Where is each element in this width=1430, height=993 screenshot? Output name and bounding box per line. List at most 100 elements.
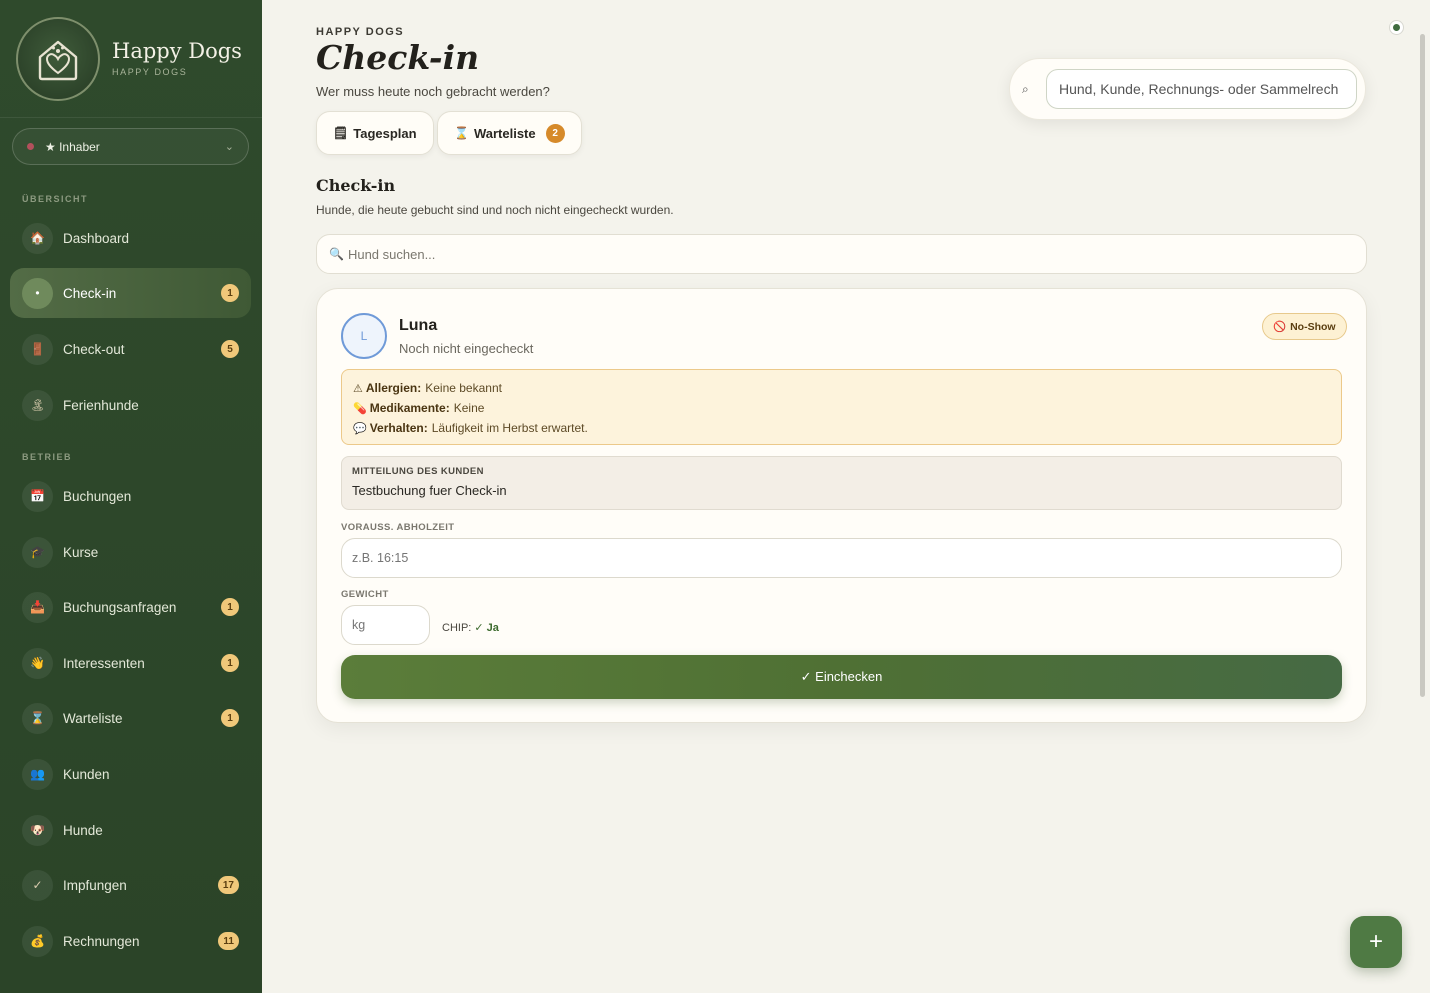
sidebar-item-kunden[interactable]: 👥 Kunden	[10, 749, 251, 799]
count-badge: 1	[221, 654, 239, 672]
money-bag-icon: 💰	[22, 925, 53, 957]
sidebar-item-interessenten[interactable]: 👋 Interessenten 1	[10, 638, 251, 688]
count-badge: 11	[218, 932, 239, 950]
weight-input[interactable]	[341, 605, 430, 645]
dog-search-input[interactable]: 🔍 Hund suchen...	[316, 234, 1367, 274]
scrollbar-thumb[interactable]	[1420, 34, 1425, 697]
section-label-operations: BETRIEB	[22, 452, 73, 462]
medication-label: Medikamente:	[369, 401, 450, 415]
sidebar-item-kurse[interactable]: 🎓 Kurse	[10, 527, 251, 577]
sidebar-item-label: Dashboard	[63, 230, 130, 246]
no-show-button[interactable]: 🚫 No-Show	[1262, 313, 1347, 340]
brand-title: Happy Dogs	[112, 39, 242, 64]
sidebar-item-hunde[interactable]: 🐶 Hunde	[10, 805, 251, 855]
main-content: HAPPY DOGS Check-in Wer muss heute noch …	[262, 0, 1430, 993]
allergies-label: Allergien:	[365, 381, 422, 395]
count-badge: 1	[221, 709, 239, 727]
page-subtitle: Wer muss heute noch gebracht werden?	[316, 84, 550, 99]
role-status-icon	[27, 143, 34, 150]
customer-message-text: Testbuchung fuer Check-in	[352, 483, 507, 498]
sidebar-item-label: Kunden	[63, 766, 110, 782]
medication-row: 💊 Medikamente: Keine	[353, 398, 1330, 418]
house-icon: 🏠	[22, 222, 53, 254]
sidebar-item-impfungen[interactable]: ✓ Impfungen 17	[10, 860, 251, 910]
calendar-icon: 📅	[22, 480, 53, 512]
pickup-time-input[interactable]	[341, 538, 1342, 578]
people-icon: 👥	[22, 758, 53, 790]
add-button[interactable]: +	[1350, 916, 1402, 968]
chip-label: CHIP:	[442, 622, 472, 634]
online-status-icon	[1389, 20, 1404, 35]
behavior-value: Läufigkeit im Herbst erwartet.	[431, 421, 588, 435]
pickup-time-label: VORAUSS. ABHOLZEIT	[341, 522, 455, 533]
dot-icon: •	[22, 277, 53, 309]
count-badge: 17	[217, 876, 239, 894]
allergies-row: ⚠ Allergien: Keine bekannt	[353, 378, 1330, 398]
tagesplan-button[interactable]: 🗒 Tagesplan	[316, 111, 434, 155]
warning-icon: ⚠	[353, 382, 363, 395]
sidebar-item-rechnungen[interactable]: 💰 Rechnungen 11	[10, 916, 251, 966]
chip-value: ✓ Ja	[474, 622, 499, 634]
dog-icon: 🐶	[22, 814, 53, 846]
customer-message-label: MITTEILUNG DES KUNDEN	[352, 466, 484, 477]
island-icon: 🏝	[22, 389, 53, 421]
sidebar-item-label: Rechnungen	[63, 933, 140, 949]
sidebar-item-label: Kurse	[63, 544, 99, 560]
pill-icon: 💊	[353, 402, 367, 415]
search-icon: 🔍	[329, 247, 344, 261]
sidebar-item-check-out[interactable]: 🚪 Check-out 5	[10, 324, 251, 374]
behavior-label: Verhalten:	[369, 421, 428, 435]
sidebar-item-label: Warteliste	[63, 710, 123, 726]
chip-info: CHIP: ✓ Ja	[442, 621, 499, 634]
weight-label: GEWICHT	[341, 589, 389, 600]
checkin-card: L Luna Noch nicht eingecheckt 🚫 No-Show …	[316, 288, 1367, 723]
check-icon: ✓	[22, 869, 53, 901]
count-badge: 1	[221, 284, 239, 302]
sidebar-item-label: Check-out	[63, 341, 125, 357]
chevron-down-icon: ⌄	[224, 141, 234, 153]
check-in-button[interactable]: ✓ Einchecken	[341, 655, 1342, 699]
role-label: ★ Inhaber	[45, 139, 100, 154]
dog-status: Noch nicht eingecheckt	[399, 341, 534, 356]
role-select[interactable]: ★ Inhaber ⌄	[12, 128, 249, 165]
calendar-page-icon: 🗒	[333, 126, 349, 140]
sidebar-item-ferienhunde[interactable]: 🏝 Ferienhunde	[10, 380, 251, 430]
speech-bubble-icon: 💬	[353, 422, 367, 435]
medication-value: Keine	[453, 401, 485, 415]
hourglass-icon: ⌛	[22, 702, 53, 734]
count-badge: 5	[221, 340, 239, 358]
warteliste-button[interactable]: ⌛ Warteliste 2	[437, 111, 582, 155]
sidebar-item-label: Hunde	[63, 822, 103, 838]
sidebar-item-label: Buchungsanfragen	[63, 599, 177, 615]
tagesplan-label: Tagesplan	[353, 125, 417, 141]
sidebar-item-buchungsanfragen[interactable]: 📥 Buchungsanfragen 1	[10, 582, 251, 632]
global-search-input[interactable]	[1046, 69, 1357, 109]
section-label-overview: ÜBERSICHT	[22, 194, 89, 204]
door-icon: 🚪	[22, 333, 53, 365]
hourglass-icon: ⌛	[454, 126, 469, 140]
warteliste-count-badge: 2	[545, 123, 565, 143]
sidebar-item-label: Impfungen	[63, 877, 127, 893]
wave-hand-icon: 👋	[22, 647, 53, 679]
search-icon: ⌕	[1022, 81, 1029, 96]
page-eyebrow: HAPPY DOGS	[316, 26, 405, 38]
sidebar-item-label: Ferienhunde	[63, 397, 139, 413]
sidebar-item-dashboard[interactable]: 🏠 Dashboard	[10, 213, 251, 263]
sidebar-item-label: Check-in	[63, 285, 117, 301]
behavior-row: 💬 Verhalten: Läufigkeit im Herbst erwart…	[353, 418, 1330, 438]
inbox-icon: 📥	[22, 591, 53, 623]
logo-icon	[16, 16, 100, 101]
warteliste-label: Warteliste	[473, 125, 536, 141]
dog-search-placeholder: Hund suchen...	[347, 246, 436, 262]
section-title: Check-in	[316, 176, 396, 195]
sidebar-item-warteliste[interactable]: ⌛ Warteliste 1	[10, 693, 251, 743]
global-search: ⌕	[1009, 58, 1366, 120]
brand[interactable]: Happy Dogs HAPPY DOGS	[0, 0, 262, 118]
sidebar: Happy Dogs HAPPY DOGS ★ Inhaber ⌄ ÜBERSI…	[0, 0, 262, 993]
no-show-label: No-Show	[1290, 320, 1336, 333]
sidebar-item-check-in[interactable]: • Check-in 1	[10, 268, 251, 318]
sidebar-item-buchungen[interactable]: 📅 Buchungen	[10, 471, 251, 521]
health-alert-box: ⚠ Allergien: Keine bekannt 💊 Medikamente…	[341, 369, 1342, 445]
page-title: Check-in	[316, 38, 480, 77]
dog-name: Luna	[399, 317, 438, 334]
